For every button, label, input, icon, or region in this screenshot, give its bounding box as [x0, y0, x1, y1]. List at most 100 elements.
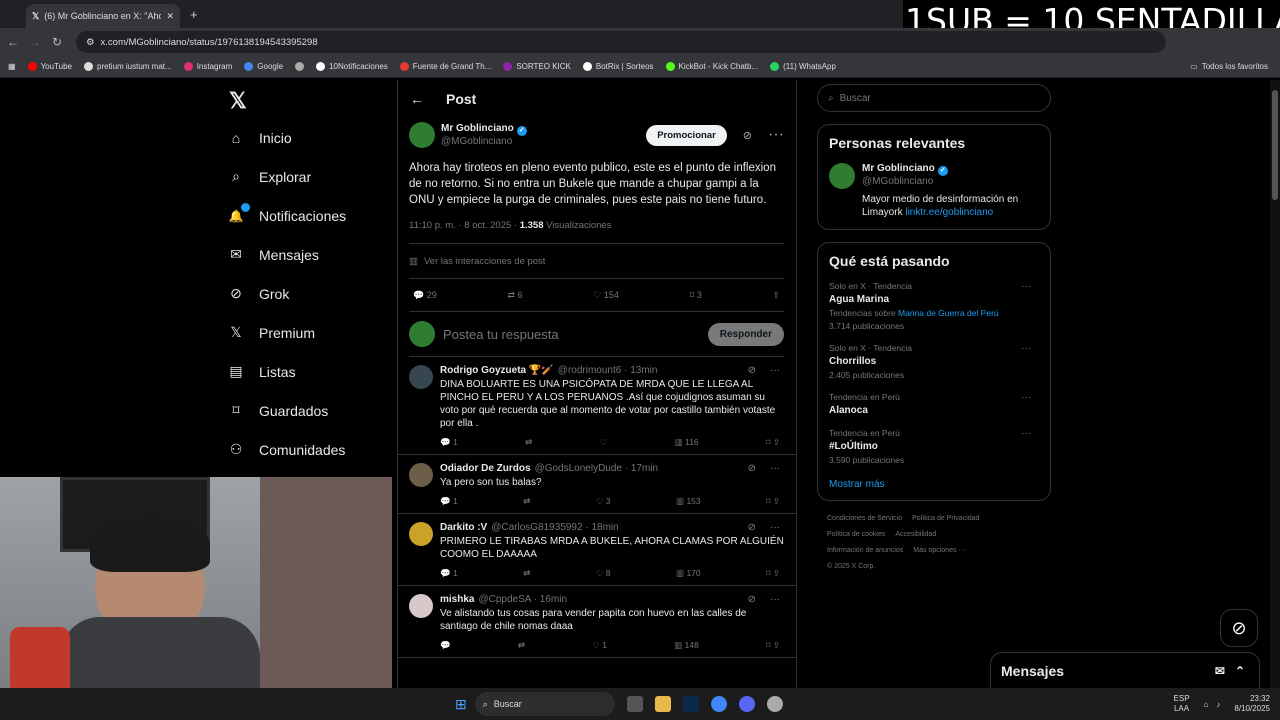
share-icon[interactable]: ⇪	[772, 290, 780, 301]
more-icon[interactable]: ···	[770, 463, 780, 474]
avatar[interactable]	[409, 122, 435, 148]
more-icon[interactable]: ···	[770, 522, 780, 533]
page-scrollbar[interactable]	[1270, 80, 1280, 688]
reload-icon[interactable]: ↻	[48, 35, 66, 49]
footer-link[interactable]: Política de Privacidad	[912, 515, 979, 522]
more-icon[interactable]: ···	[1021, 281, 1031, 292]
promote-button[interactable]: Promocionar	[646, 124, 727, 146]
repost-button[interactable]: ⇄	[518, 640, 525, 651]
messages-drawer[interactable]: Mensajes ✉ ⌃	[990, 652, 1260, 688]
share-icon[interactable]: ⇪	[773, 640, 780, 650]
search-input[interactable]: ⌕ Buscar	[817, 84, 1051, 112]
comment-item[interactable]: Odiador De Zurdos @GodsLonelyDude · 17min…	[398, 455, 796, 514]
volume-icon[interactable]: ♪	[1216, 700, 1220, 709]
reply-button[interactable]: 💬 1	[440, 496, 458, 507]
more-icon[interactable]: ···	[1021, 343, 1031, 354]
relevant-handle[interactable]: @MGoblinciano	[862, 176, 1039, 187]
comment-item[interactable]: Rodrigo Goyzueta 🏆🏏 @rodrimount6 · 13min ⊘…	[398, 357, 796, 455]
grok-icon[interactable]: ⊘	[748, 522, 756, 533]
nav-item-listas[interactable]: ▤ Listas	[225, 352, 395, 391]
repost-button[interactable]: ⇄	[525, 437, 532, 448]
grok-icon[interactable]: ⊘	[743, 129, 752, 142]
footer-link[interactable]: Información de anuncios	[827, 547, 903, 554]
repost-button[interactable]: ⇄ 6	[507, 290, 522, 301]
footer-link[interactable]: © 2025 X Corp.	[827, 563, 875, 570]
bookmark-icon[interactable]: ⌑	[766, 640, 770, 650]
footer-link[interactable]: Política de cookies	[827, 531, 885, 538]
repost-button[interactable]: ⇄	[523, 496, 530, 507]
bookmark-item[interactable]: KickBot - Kick Chatb...	[665, 62, 758, 71]
post-handle[interactable]: @MGoblinciano	[441, 136, 527, 147]
footer-link[interactable]: Más opciones ···	[913, 547, 965, 554]
reply-input[interactable]: Postea tu respuesta	[443, 327, 700, 342]
bookmark-item[interactable]: SORTEO KICK	[503, 62, 571, 71]
avatar[interactable]	[409, 594, 433, 618]
trend-item[interactable]: Tendencia en Perú Alanoca ···	[829, 392, 1039, 416]
trend-context-link[interactable]: Marina de Guerra del Perú	[898, 308, 999, 318]
comment-handle[interactable]: @CppdeSA · 16min	[478, 594, 567, 605]
comment-author[interactable]: Darkito :V	[440, 522, 487, 533]
grok-icon[interactable]: ⊘	[748, 594, 756, 605]
reply-button[interactable]: 💬	[440, 640, 451, 651]
views-button[interactable]: ▥ 170	[676, 568, 701, 579]
x-logo-icon[interactable]: 𝕏	[229, 88, 395, 118]
footer-link[interactable]: Accesibilidad	[895, 531, 936, 538]
comment-handle[interactable]: @rodrimount6 · 13min	[558, 365, 658, 376]
comment-item[interactable]: mishka @CppdeSA · 16min ⊘ ··· Ve alistando t…	[398, 586, 796, 658]
url-field[interactable]: ⚙ x.com/MGoblinciano/status/197613819454…	[76, 31, 1166, 53]
clock[interactable]: 23:32 8/10/2025	[1234, 694, 1270, 714]
bookmark-item[interactable]	[295, 62, 305, 71]
windows-start-icon[interactable]: ⊞	[455, 696, 467, 713]
bio-link[interactable]: linktr.ee/goblinciano	[905, 207, 993, 218]
bookmark-item[interactable]: Google	[244, 62, 283, 71]
post-author[interactable]: Mr Goblinciano	[441, 123, 514, 134]
taskbar-search[interactable]: ⌕ Buscar	[474, 692, 615, 716]
relevant-name[interactable]: Mr Goblinciano	[862, 163, 935, 174]
back-icon[interactable]: ←	[4, 35, 22, 49]
bookmark-item[interactable]: Fuente de Grand Th...	[399, 62, 491, 71]
nav-item-grok[interactable]: ⊘ Grok	[225, 274, 395, 313]
new-message-icon[interactable]: ✉	[1215, 664, 1225, 678]
browser-tab[interactable]: 𝕏 (6) Mr Goblinciano en X: "Ahora ✕	[26, 4, 180, 28]
app-icon[interactable]	[766, 696, 783, 712]
view-interactions-link[interactable]: ▥ Ver las interacciones de post	[409, 244, 784, 279]
like-button[interactable]: ♡ 1	[592, 640, 607, 651]
site-info-icon[interactable]: ⚙	[86, 37, 95, 48]
more-icon[interactable]: ···	[768, 126, 784, 144]
comment-handle[interactable]: @CarlosG81935992 · 18min	[491, 522, 618, 533]
share-icon[interactable]: ⇪	[773, 568, 780, 578]
forward-icon[interactable]: →	[26, 35, 44, 49]
more-icon[interactable]: ···	[1021, 428, 1031, 439]
avatar[interactable]	[409, 522, 433, 546]
views-button[interactable]: ▥ 148	[674, 640, 699, 651]
bookmark-item[interactable]: YouTube	[27, 62, 72, 71]
avatar[interactable]	[829, 163, 855, 189]
like-button[interactable]: ♡	[600, 437, 608, 448]
grok-icon[interactable]: ⊘	[748, 365, 756, 376]
comment-author[interactable]: Rodrigo Goyzueta 🏆🏏	[440, 365, 554, 376]
trend-item[interactable]: Tendencia en Perú #LoÚltimo 3.590 publicac…	[829, 428, 1039, 465]
more-icon[interactable]: ···	[770, 365, 780, 376]
more-icon[interactable]: ···	[770, 594, 780, 605]
repost-button[interactable]: ⇄	[523, 568, 530, 579]
language-indicator[interactable]: ESP LAA	[1174, 694, 1190, 714]
bookmark-item[interactable]: 10Notificaciones	[316, 62, 388, 71]
bookmark-button[interactable]: ⌑ 3	[690, 290, 702, 301]
views-button[interactable]: ▥ 116	[675, 437, 699, 448]
photoshop-icon[interactable]	[682, 696, 699, 712]
footer-link[interactable]: Condiciones de Servicio	[827, 515, 902, 522]
task-view-icon[interactable]	[626, 696, 643, 712]
grok-fab-button[interactable]: ⊘	[1220, 609, 1258, 647]
like-button[interactable]: ♡ 154	[593, 290, 619, 301]
bookmark-icon[interactable]: ⌑	[766, 496, 770, 506]
grok-icon[interactable]: ⊘	[748, 463, 756, 474]
bookmark-icon[interactable]: ⌑	[766, 437, 770, 447]
bookmark-item[interactable]: BotRix | Sorteos	[582, 62, 654, 71]
bookmark-item[interactable]: pretium iustum mat...	[84, 62, 172, 71]
comment-author[interactable]: mishka	[440, 594, 474, 605]
apps-icon[interactable]: ▦	[8, 62, 16, 71]
network-icon[interactable]: ⌂	[1204, 700, 1209, 709]
back-arrow-icon[interactable]: ←	[410, 91, 424, 107]
expand-icon[interactable]: ⌃	[1235, 664, 1245, 678]
avatar[interactable]	[409, 365, 433, 389]
